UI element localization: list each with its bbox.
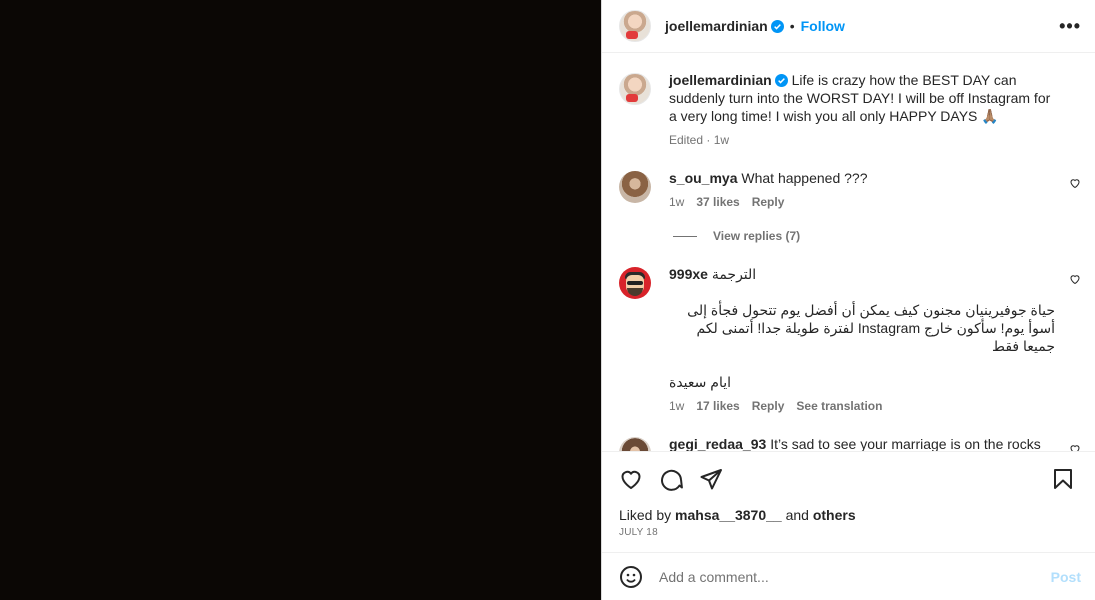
header-username[interactable]: joellemardinian bbox=[665, 18, 768, 34]
meta-sep: · bbox=[706, 133, 711, 147]
comment-text-body: حياة جوفيرينيان مجنون كيف يمكن أن أفضل ي… bbox=[687, 302, 1055, 354]
verified-badge-icon bbox=[770, 19, 784, 33]
list-item: 999xe الترجمة حياة جوفيرينيان مجنون كيف … bbox=[619, 265, 1081, 413]
comment-likes[interactable]: 17 likes bbox=[696, 399, 739, 413]
heart-icon[interactable] bbox=[1069, 443, 1081, 452]
comment-text: What happened ??? bbox=[741, 170, 868, 186]
likes-and: and bbox=[785, 507, 809, 523]
separator-dot: • bbox=[789, 18, 795, 34]
post-date[interactable]: JULY 18 bbox=[602, 523, 1095, 538]
comment-likes[interactable]: 37 likes bbox=[696, 195, 739, 209]
comment-username[interactable]: 999xe bbox=[669, 266, 708, 282]
heart-icon[interactable] bbox=[1069, 177, 1081, 189]
see-translation-button[interactable]: See translation bbox=[796, 399, 882, 413]
caption-time[interactable]: 1w bbox=[714, 133, 729, 147]
view-replies-label: View replies (7) bbox=[713, 229, 801, 243]
bookmark-icon[interactable] bbox=[1051, 467, 1075, 491]
caption-username[interactable]: joellemardinian bbox=[669, 72, 772, 88]
share-icon[interactable] bbox=[699, 467, 723, 491]
comment-text-body: ايام سعيدة bbox=[669, 374, 732, 390]
action-bar bbox=[602, 452, 1095, 505]
post-panel: joellemardinian • Follow ••• joellemardi… bbox=[601, 0, 1095, 600]
likes-others[interactable]: others bbox=[813, 507, 856, 523]
verified-badge-icon bbox=[774, 74, 788, 87]
post-header: joellemardinian • Follow ••• bbox=[602, 0, 1095, 53]
more-options-icon[interactable]: ••• bbox=[1059, 17, 1081, 35]
heart-icon[interactable] bbox=[619, 467, 643, 491]
emoji-icon[interactable] bbox=[619, 565, 643, 589]
reply-button[interactable]: Reply bbox=[752, 399, 785, 413]
heart-icon[interactable] bbox=[1069, 273, 1081, 285]
caption: joellemardinian Life is crazy how the BE… bbox=[619, 71, 1081, 147]
avatar[interactable] bbox=[619, 437, 651, 451]
comment-time[interactable]: 1w bbox=[669, 399, 684, 413]
avatar[interactable] bbox=[619, 10, 651, 42]
liked-by-user[interactable]: mahsa__3870__ bbox=[675, 507, 782, 523]
add-comment-bar: Post bbox=[602, 552, 1095, 600]
likes-prefix: Liked by bbox=[619, 507, 672, 523]
comment-icon[interactable] bbox=[659, 467, 683, 491]
list-item: gegi_redaa_93 It’s sad to see your marri… bbox=[619, 435, 1081, 452]
comment-username[interactable]: s_ou_mya bbox=[669, 170, 737, 186]
reply-button[interactable]: Reply bbox=[752, 195, 785, 209]
edited-label: Edited bbox=[669, 133, 704, 147]
comment-text: It’s sad to see your marriage is on the … bbox=[770, 436, 1041, 452]
post-media[interactable] bbox=[0, 0, 601, 600]
avatar[interactable] bbox=[619, 171, 651, 203]
list-item: s_ou_mya What happened ??? 1w 37 likes R… bbox=[619, 169, 1081, 209]
comment-text: الترجمة bbox=[711, 266, 757, 282]
comment-input[interactable] bbox=[659, 568, 1043, 585]
comment-username[interactable]: gegi_redaa_93 bbox=[669, 436, 766, 451]
follow-button[interactable]: Follow bbox=[801, 18, 845, 34]
comment-time[interactable]: 1w bbox=[669, 195, 684, 209]
avatar[interactable] bbox=[619, 73, 651, 105]
avatar[interactable] bbox=[619, 267, 651, 299]
likes-summary: Liked by mahsa__3870__ and others bbox=[602, 505, 1095, 523]
replies-line bbox=[673, 235, 697, 237]
view-replies-button[interactable]: View replies (7) bbox=[673, 229, 1081, 243]
post-button[interactable]: Post bbox=[1051, 569, 1081, 585]
comments-list[interactable]: joellemardinian Life is crazy how the BE… bbox=[602, 53, 1095, 452]
